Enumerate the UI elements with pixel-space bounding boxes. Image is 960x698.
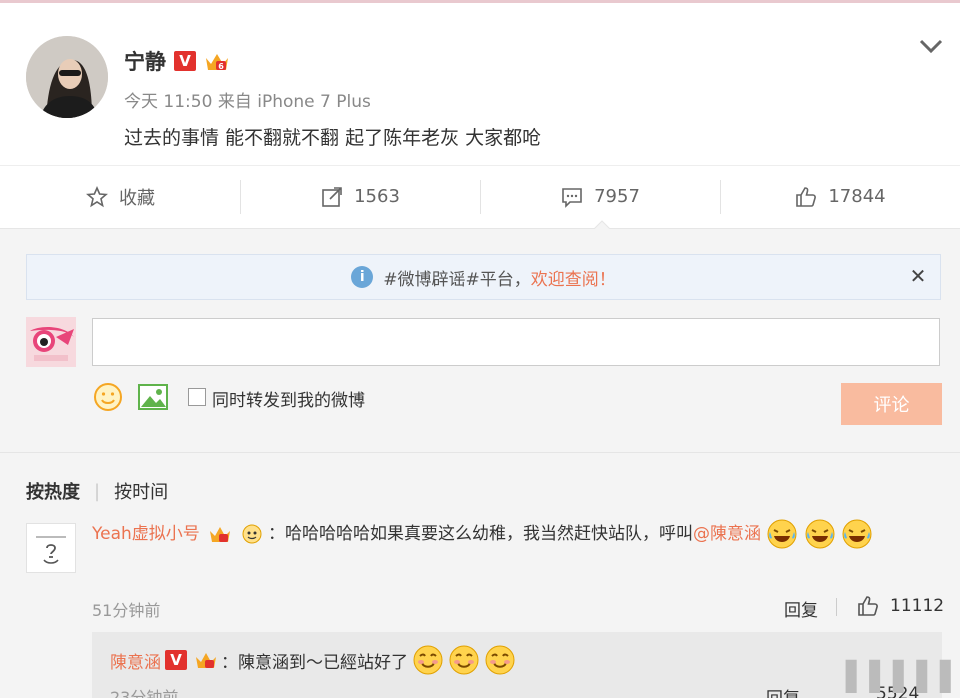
author-avatar[interactable] xyxy=(26,36,108,118)
sort-by-hot[interactable]: 按热度 xyxy=(26,478,80,504)
laugh-cry-emoji-icon xyxy=(767,519,797,549)
image-icon[interactable] xyxy=(137,382,169,412)
notice-text: #微博辟谣#平台， xyxy=(383,269,531,290)
post-meta: 今天 11:50 来自 iPhone 7 Plus xyxy=(124,87,371,112)
thumbs-up-icon xyxy=(858,596,878,616)
repost-icon xyxy=(322,186,342,207)
panel-pointer xyxy=(594,220,610,229)
star-icon xyxy=(86,185,108,207)
comment-text: ：哈哈哈哈哈如果真要这么幼稚，我当然赶快站队，呼叫 xyxy=(268,524,693,544)
notice-link[interactable]: 欢迎查阅！ xyxy=(531,265,616,290)
comment-like-button[interactable]: 11112 xyxy=(856,594,944,618)
favorite-label: 收藏 xyxy=(119,187,155,209)
author-name-row: 宁静 V 6 xyxy=(124,46,230,76)
sub-reply-author[interactable]: 陳意涵 xyxy=(110,648,161,673)
sort-by-time[interactable]: 按时间 xyxy=(114,478,168,504)
author-name[interactable]: 宁静 xyxy=(124,46,166,76)
verified-badge-icon: V xyxy=(174,51,196,71)
vip-crown-icon: 6 xyxy=(206,54,228,71)
sub-reply-time: 23分钟前 xyxy=(110,688,179,698)
sub-reply-text: ：陳意涵到～已經站好了 xyxy=(221,652,408,673)
svg-text:6: 6 xyxy=(218,62,224,71)
commenter-name[interactable]: Yeah虚拟小号 xyxy=(92,524,200,544)
comment-count: 7957 xyxy=(594,186,640,207)
info-icon: i xyxy=(351,266,374,288)
verified-badge-icon: V xyxy=(165,650,187,670)
repost-count: 1563 xyxy=(354,186,400,207)
comment-time: 51分钟前 xyxy=(92,601,161,620)
comment-button[interactable]: 7957 xyxy=(480,166,720,228)
shy-laugh-emoji-icon xyxy=(449,645,479,675)
thumbs-up-icon xyxy=(796,186,817,207)
comment-icon xyxy=(562,187,582,208)
shy-laugh-emoji-icon xyxy=(413,645,443,675)
vip-crown-icon xyxy=(210,527,231,542)
comment-like-count: 11112 xyxy=(890,596,945,616)
divider xyxy=(0,452,960,453)
fan-badge-icon xyxy=(242,524,262,544)
comment-body: Yeah虚拟小号 ：哈哈哈哈哈如果真要这么幼稚，我当然赶快站队，呼叫@陳意涵 xyxy=(92,516,942,552)
post-time[interactable]: 今天 11:50 xyxy=(124,92,212,112)
rumor-notice-banner[interactable]: i #微博辟谣#平台， 欢迎查阅！ xyxy=(26,254,941,300)
shy-laugh-emoji-icon xyxy=(485,645,515,675)
comment-action-separator xyxy=(836,598,837,616)
vip-crown-icon xyxy=(196,653,216,668)
repost-checkbox[interactable] xyxy=(188,388,206,406)
reply-button[interactable]: 回复 xyxy=(784,596,818,621)
post-source: 来自 iPhone 7 Plus xyxy=(217,92,371,112)
laugh-cry-emoji-icon xyxy=(842,519,872,549)
sort-separator: | xyxy=(94,480,101,502)
like-count: 17844 xyxy=(828,186,886,207)
laugh-cry-emoji-icon xyxy=(805,519,835,549)
repost-checkbox-label: 同时转发到我的微博 xyxy=(212,391,365,411)
sub-reply-button[interactable]: 回复 xyxy=(766,684,800,698)
comment-sort: 按热度 | 按时间 xyxy=(26,478,168,504)
post-action-bar: 收藏 1563 7957 17844 xyxy=(0,165,960,227)
commenter-avatar[interactable] xyxy=(26,523,76,573)
repost-button[interactable]: 1563 xyxy=(240,166,480,228)
top-border xyxy=(0,0,960,3)
my-avatar xyxy=(26,317,76,367)
submit-comment-button[interactable]: 评论 xyxy=(841,383,942,425)
post-text: 过去的事情 能不翻就不翻 起了陈年老灰 大家都呛 xyxy=(124,127,542,149)
chevron-down-icon[interactable] xyxy=(916,34,946,58)
watermark-bars: ▌▌▌▌▌▌ xyxy=(846,660,960,693)
close-icon[interactable]: ✕ xyxy=(906,264,930,288)
mention-link[interactable]: @陳意涵 xyxy=(693,524,761,544)
favorite-button[interactable]: 收藏 xyxy=(0,166,240,228)
emoji-icon[interactable] xyxy=(93,382,123,412)
comment-input[interactable] xyxy=(92,318,940,366)
sub-reply-body: 陳意涵 V ：陳意涵到～已經站好了 xyxy=(110,644,516,676)
like-button[interactable]: 17844 xyxy=(720,166,960,228)
